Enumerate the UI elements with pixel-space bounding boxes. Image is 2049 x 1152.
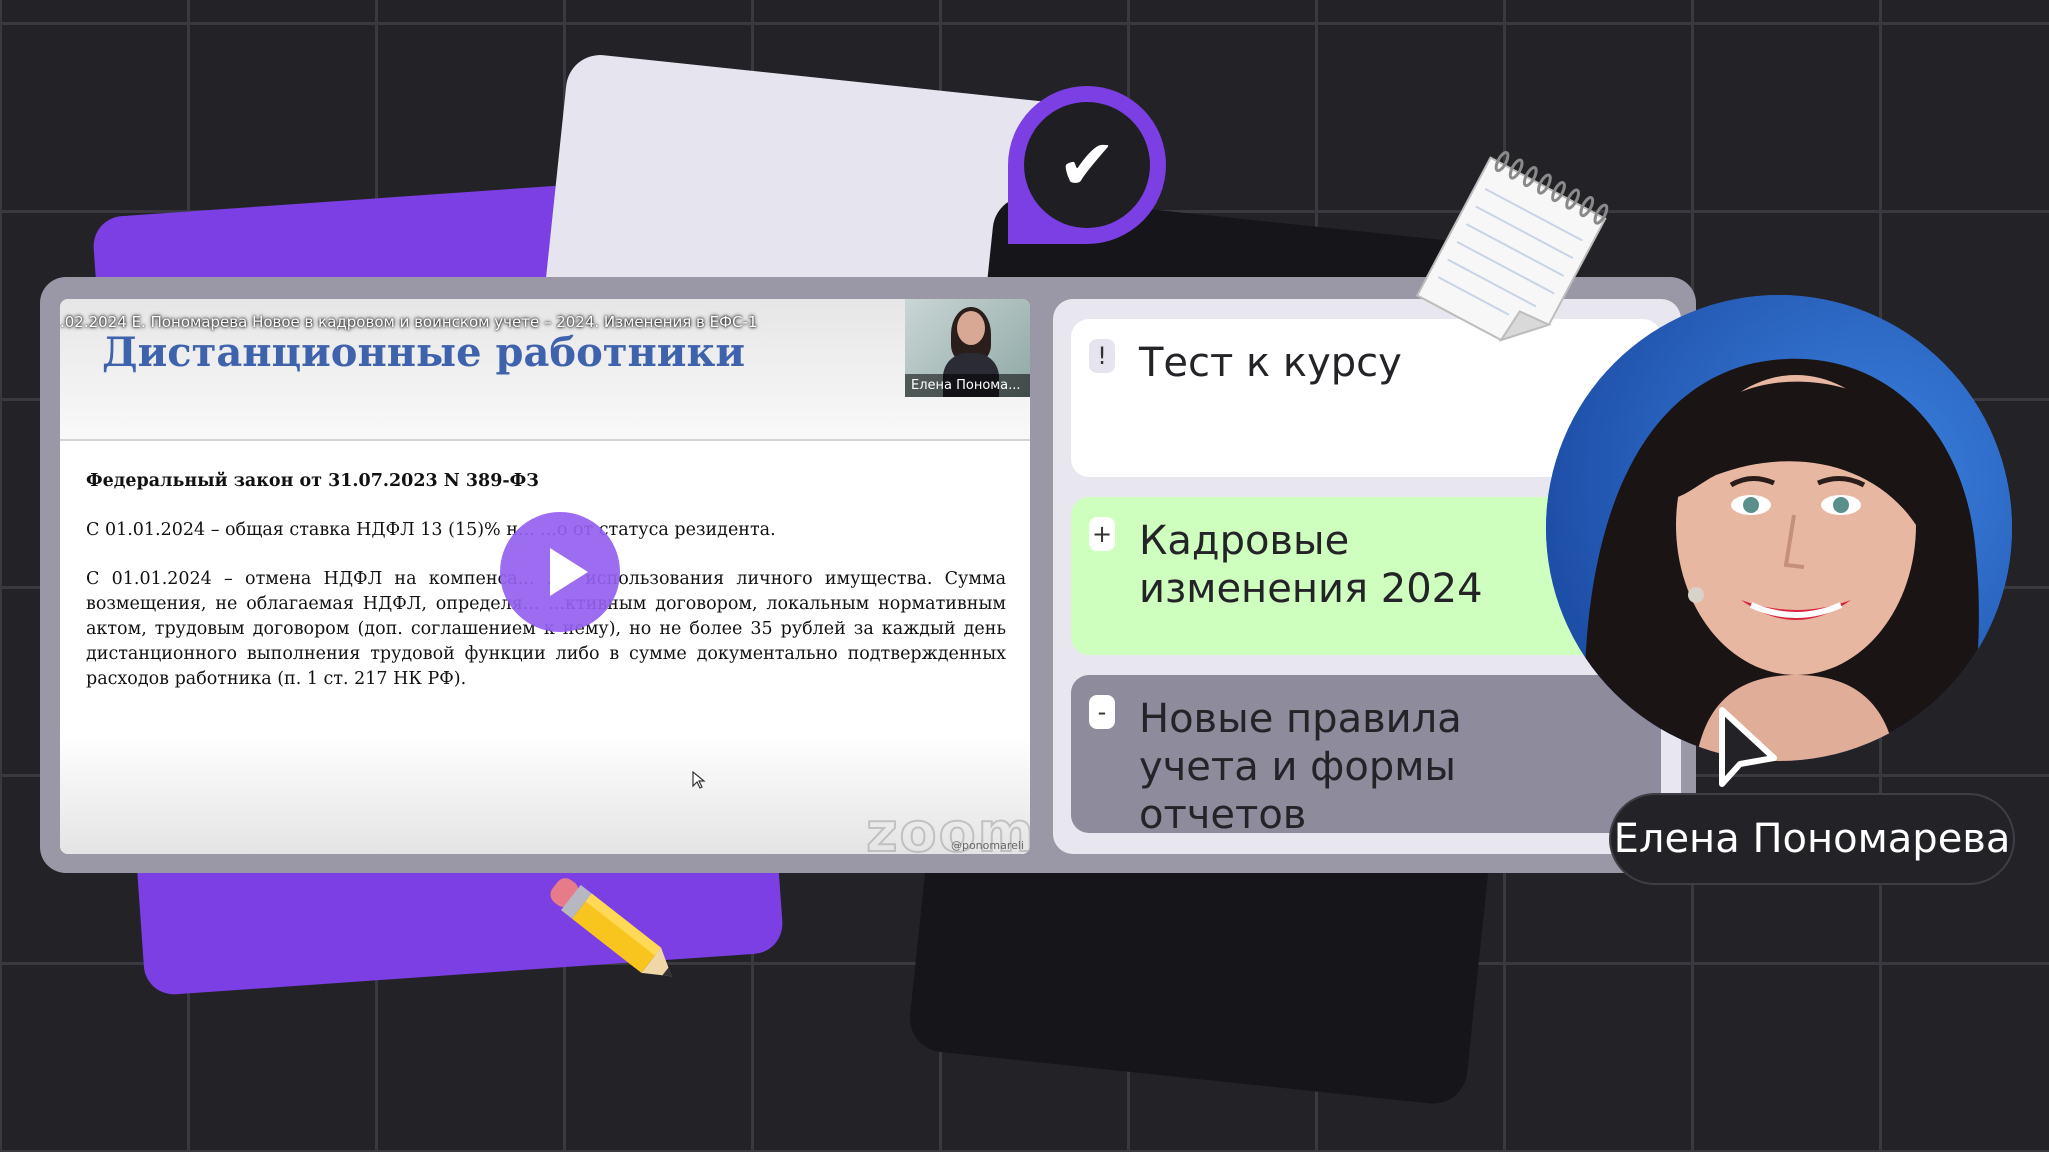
- mouse-pointer-icon: [692, 771, 706, 789]
- item-marker: !: [1089, 339, 1115, 373]
- cursor-arrow-icon: [1719, 707, 1777, 787]
- zoom-user-label: @ponomareli: [950, 839, 1024, 852]
- item-marker: -: [1089, 695, 1115, 729]
- speaker-portrait: [1546, 295, 2012, 761]
- speaker-name-tag: Елена Пономарева: [1609, 793, 2015, 885]
- check-icon: ✔: [1024, 102, 1150, 228]
- main-panel: .02.2024 Е. Пономарева Новое в кадровом …: [40, 277, 1696, 873]
- item-marker: +: [1089, 517, 1115, 551]
- play-button[interactable]: [500, 512, 620, 632]
- slide-header: .02.2024 Е. Пономарева Новое в кадровом …: [60, 299, 1030, 441]
- participant-face: [957, 311, 985, 345]
- course-item-new-rules[interactable]: - Новые правила учета и формы отчетов: [1071, 675, 1661, 838]
- check-badge: ✔: [1008, 86, 1166, 244]
- law-heading: Федеральный закон от 31.07.2023 N 389-ФЗ: [86, 471, 539, 491]
- item-label: Новые правила учета и формы отчетов: [1139, 696, 1462, 838]
- participant-name: Елена Понома...: [905, 374, 1030, 397]
- participant-thumbnail: Елена Понома...: [905, 299, 1030, 397]
- video-player[interactable]: .02.2024 Е. Пономарева Новое в кадровом …: [60, 299, 1030, 854]
- slide-title: Дистанционные работники: [102, 329, 746, 376]
- speaker-photo: [1546, 295, 2012, 761]
- pencil-icon: [550, 878, 672, 977]
- item-label: Кадровые изменения 2024: [1139, 518, 1483, 612]
